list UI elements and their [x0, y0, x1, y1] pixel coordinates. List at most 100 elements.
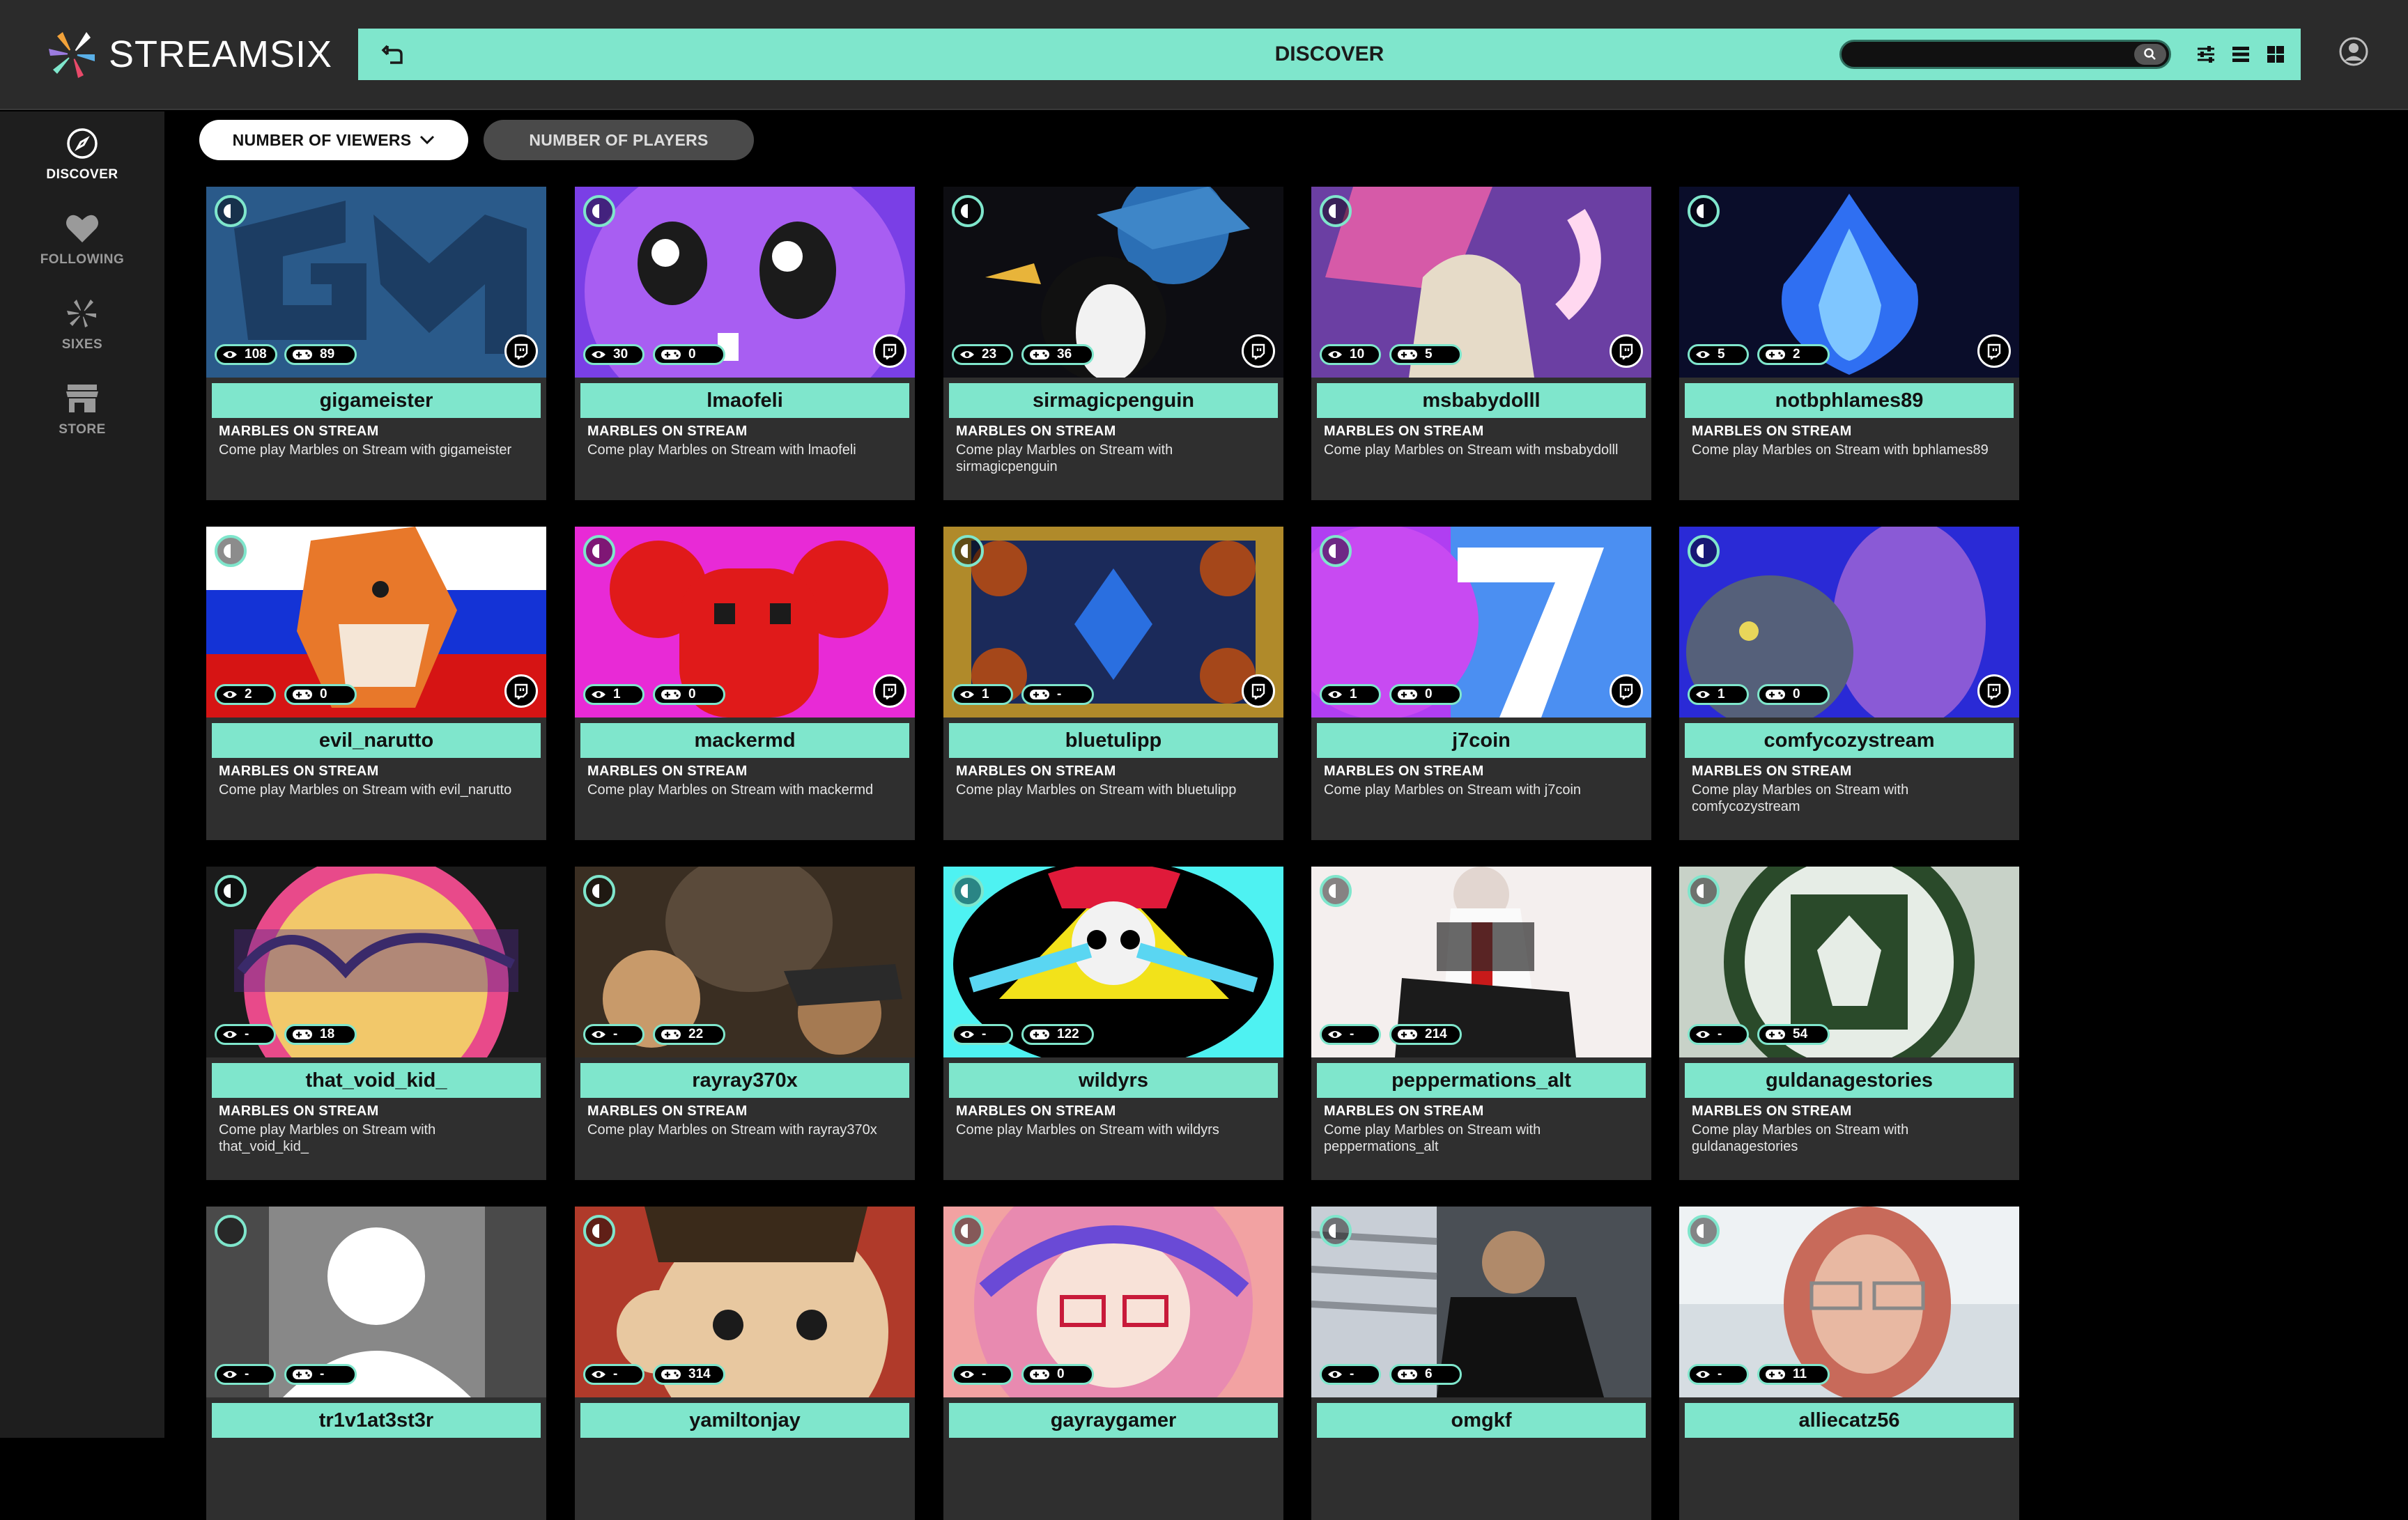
stream-thumbnail[interactable]: 1 0: [1679, 527, 2019, 718]
list-view-icon[interactable]: [2228, 42, 2253, 67]
game-title: MARBLES ON STREAM: [956, 1103, 1116, 1119]
twitch-link-icon[interactable]: [873, 674, 906, 708]
streamer-name[interactable]: sirmagicpenguin: [949, 383, 1278, 418]
stream-thumbnail[interactable]: - 11: [1679, 1207, 2019, 1397]
stream-card[interactable]: 1 - bluetulipp MARBLES ON STREAM Come pl…: [943, 527, 1283, 840]
game-title: MARBLES ON STREAM: [1692, 763, 1852, 779]
stream-thumbnail[interactable]: 2 0: [206, 527, 546, 718]
viewer-count: -: [1350, 1367, 1354, 1381]
stream-thumbnail[interactable]: - 22: [575, 867, 915, 1057]
stream-thumbnail[interactable]: 1 0: [1311, 527, 1651, 718]
streamer-name[interactable]: yamiltonjay: [580, 1403, 909, 1438]
twitch-link-icon[interactable]: [1977, 674, 2011, 708]
stream-thumbnail[interactable]: - 314: [575, 1207, 915, 1397]
streamer-name[interactable]: gayraygamer: [949, 1403, 1278, 1438]
profile-icon[interactable]: [2338, 36, 2369, 67]
stream-thumbnail[interactable]: - 18: [206, 867, 546, 1057]
stream-card[interactable]: 108 89 gigameister MARBLES ON STREAM Com…: [206, 187, 546, 500]
stream-card[interactable]: 1 0 comfycozystream MARBLES ON STREAM Co…: [1679, 527, 2019, 840]
stream-card[interactable]: 30 0 lmaofeli MARBLES ON STREAM Come pla…: [575, 187, 915, 500]
sidebar-item-sixes[interactable]: SIXES: [0, 297, 164, 366]
stream-thumbnail[interactable]: 108 89: [206, 187, 546, 378]
live-indicator-icon: [583, 535, 615, 567]
streamer-name[interactable]: lmaofeli: [580, 383, 909, 418]
stream-thumbnail[interactable]: 23 36: [943, 187, 1283, 378]
stream-card[interactable]: 1 0 j7coin MARBLES ON STREAM Come play M…: [1311, 527, 1651, 840]
sort-by-viewers-button[interactable]: NUMBER OF VIEWERS: [199, 120, 468, 160]
streamer-name[interactable]: notbphlames89: [1685, 383, 2014, 418]
stream-thumbnail[interactable]: 1 0: [575, 527, 915, 718]
stream-card[interactable]: - 11 alliecatz56: [1679, 1207, 2019, 1520]
twitch-link-icon[interactable]: [1977, 334, 2011, 368]
streamer-name[interactable]: j7coin: [1317, 723, 1646, 758]
sidebar-item-discover[interactable]: DISCOVER: [0, 127, 164, 196]
viewer-count: 23: [982, 347, 997, 362]
stream-thumbnail[interactable]: - 214: [1311, 867, 1651, 1057]
player-count-badge: 0: [653, 684, 725, 705]
viewer-count: 1: [982, 687, 989, 701]
stream-card[interactable]: 10 5 msbabydolll MARBLES ON STREAM Come …: [1311, 187, 1651, 500]
top-bar: DISCOVER: [358, 29, 2301, 80]
streamer-name[interactable]: comfycozystream: [1685, 723, 2014, 758]
twitch-link-icon[interactable]: [504, 334, 538, 368]
stream-thumbnail[interactable]: 30 0: [575, 187, 915, 378]
grid-view-icon[interactable]: [2263, 42, 2288, 67]
twitch-link-icon[interactable]: [1610, 674, 1643, 708]
streamer-name[interactable]: alliecatz56: [1685, 1403, 2014, 1438]
stream-card[interactable]: - 314 yamiltonjay: [575, 1207, 915, 1520]
stream-thumbnail[interactable]: 5 2: [1679, 187, 2019, 378]
streamer-name[interactable]: omgkf: [1317, 1403, 1646, 1438]
stream-card[interactable]: 2 0 evil_narutto MARBLES ON STREAM Come …: [206, 527, 546, 840]
search-input[interactable]: [1842, 42, 2120, 67]
streamsix-logo[interactable]: STREAMSIX: [47, 26, 332, 82]
gamepad-icon: [292, 1369, 313, 1380]
stream-thumbnail[interactable]: - 0: [943, 1207, 1283, 1397]
stream-thumbnail[interactable]: - 122: [943, 867, 1283, 1057]
stream-card[interactable]: - 0 gayraygamer: [943, 1207, 1283, 1520]
streamer-name[interactable]: guldanagestories: [1685, 1063, 2014, 1098]
streamer-name[interactable]: that_void_kid_: [212, 1063, 541, 1098]
streamer-name[interactable]: bluetulipp: [949, 723, 1278, 758]
stream-card[interactable]: - 22 rayray370x MARBLES ON STREAM Come p…: [575, 867, 915, 1180]
stream-thumbnail[interactable]: - -: [206, 1207, 546, 1397]
heart-icon: [66, 215, 98, 242]
eye-icon: [222, 350, 238, 359]
stream-card[interactable]: - 18 that_void_kid_ MARBLES ON STREAM Co…: [206, 867, 546, 1180]
streamer-name[interactable]: peppermations_alt: [1317, 1063, 1646, 1098]
streamer-name[interactable]: evil_narutto: [212, 723, 541, 758]
sort-by-players-button[interactable]: NUMBER OF PLAYERS: [484, 120, 754, 160]
search-button[interactable]: [2134, 44, 2166, 65]
stream-card[interactable]: - 122 wildyrs MARBLES ON STREAM Come pla…: [943, 867, 1283, 1180]
sidebar-item-label: FOLLOWING: [40, 252, 125, 267]
stream-card[interactable]: - - tr1v1at3st3r: [206, 1207, 546, 1520]
twitch-link-icon[interactable]: [1242, 334, 1275, 368]
streamer-name[interactable]: rayray370x: [580, 1063, 909, 1098]
twitch-link-icon[interactable]: [1242, 674, 1275, 708]
stream-card[interactable]: - 214 peppermations_alt MARBLES ON STREA…: [1311, 867, 1651, 1180]
live-indicator-icon: [1320, 535, 1352, 567]
stream-card[interactable]: 1 0 mackermd MARBLES ON STREAM Come play…: [575, 527, 915, 840]
streamer-name[interactable]: msbabydolll: [1317, 383, 1646, 418]
streamer-name[interactable]: mackermd: [580, 723, 909, 758]
filter-sliders-icon[interactable]: [2193, 42, 2218, 67]
twitch-link-icon[interactable]: [504, 674, 538, 708]
stream-card[interactable]: - 6 omgkf: [1311, 1207, 1651, 1520]
stream-thumbnail[interactable]: - 54: [1679, 867, 2019, 1057]
stream-thumbnail[interactable]: - 6: [1311, 1207, 1651, 1397]
streamer-name[interactable]: wildyrs: [949, 1063, 1278, 1098]
sidebar-item-following[interactable]: FOLLOWING: [0, 212, 164, 281]
back-icon[interactable]: [378, 39, 408, 70]
twitch-link-icon[interactable]: [873, 334, 906, 368]
player-count-badge: 314: [653, 1364, 725, 1385]
stream-card[interactable]: 5 2 notbphlames89 MARBLES ON STREAM Come…: [1679, 187, 2019, 500]
streamer-name[interactable]: gigameister: [212, 383, 541, 418]
viewer-count-badge: 108: [215, 344, 277, 365]
stream-thumbnail[interactable]: 1 -: [943, 527, 1283, 718]
streamer-name[interactable]: tr1v1at3st3r: [212, 1403, 541, 1438]
stream-card[interactable]: - 54 guldanagestories MARBLES ON STREAM …: [1679, 867, 2019, 1180]
stream-card[interactable]: 23 36 sirmagicpenguin MARBLES ON STREAM …: [943, 187, 1283, 500]
sidebar-item-store[interactable]: STORE: [0, 382, 164, 451]
twitch-link-icon[interactable]: [1610, 334, 1643, 368]
stream-thumbnail[interactable]: 10 5: [1311, 187, 1651, 378]
gamepad-icon: [1397, 1369, 1418, 1380]
